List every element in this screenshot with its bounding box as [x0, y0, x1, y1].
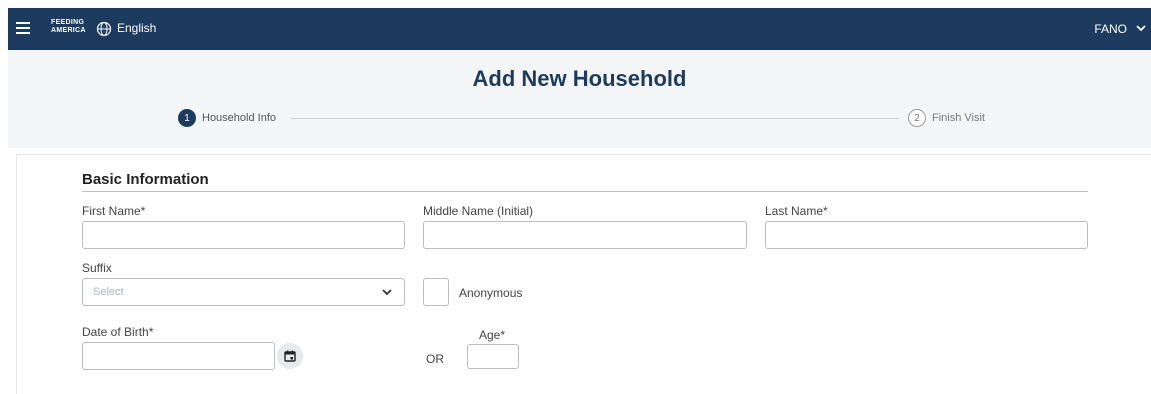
globe-icon[interactable]: [96, 21, 112, 37]
stepper-connector: [291, 118, 899, 119]
hamburger-menu-icon[interactable]: [16, 22, 30, 34]
page-title: Add New Household: [472, 66, 687, 91]
step-label: Finish Visit: [932, 112, 985, 124]
section-title: Basic Information: [82, 171, 209, 188]
first-name-label: First Name*: [82, 204, 146, 218]
language-selector[interactable]: English: [117, 21, 156, 35]
section-divider: [82, 191, 1088, 192]
age-field[interactable]: [467, 344, 519, 369]
dob-label: Date of Birth*: [82, 325, 154, 339]
step-finish-visit[interactable]: 2 Finish Visit: [908, 109, 985, 127]
basic-information-card: Basic Information First Name* Middle Nam…: [16, 154, 1151, 394]
first-name-field[interactable]: [82, 221, 405, 249]
middle-name-label: Middle Name (Initial): [423, 204, 534, 218]
last-name-field[interactable]: [765, 221, 1088, 249]
chevron-down-icon: [382, 289, 392, 296]
middle-name-field[interactable]: [423, 221, 747, 249]
user-menu[interactable]: FANO: [1094, 22, 1127, 36]
step-number: 1: [178, 109, 196, 127]
anonymous-checkbox[interactable]: [423, 278, 449, 306]
step-household-info[interactable]: 1 Household Info: [178, 109, 276, 127]
step-label: Household Info: [202, 112, 276, 124]
anonymous-label: Anonymous: [459, 286, 523, 300]
age-label: Age*: [479, 328, 506, 342]
top-nav-bar: FEEDING AMERICA English FANO: [8, 8, 1151, 50]
feeding-america-logo: FEEDING AMERICA: [51, 19, 86, 34]
last-name-label: Last Name*: [765, 204, 828, 218]
or-separator: OR: [426, 352, 444, 366]
step-number: 2: [908, 109, 926, 127]
chevron-down-icon[interactable]: [1135, 22, 1147, 34]
calendar-button[interactable]: [277, 343, 303, 369]
calendar-icon: [284, 350, 296, 362]
suffix-placeholder: Select: [93, 286, 124, 298]
page-header: Add New Household 1 Household Info 2 Fin…: [8, 50, 1151, 148]
date-of-birth-field[interactable]: [82, 342, 275, 370]
suffix-label: Suffix: [82, 261, 112, 275]
suffix-select[interactable]: Select: [82, 278, 405, 306]
